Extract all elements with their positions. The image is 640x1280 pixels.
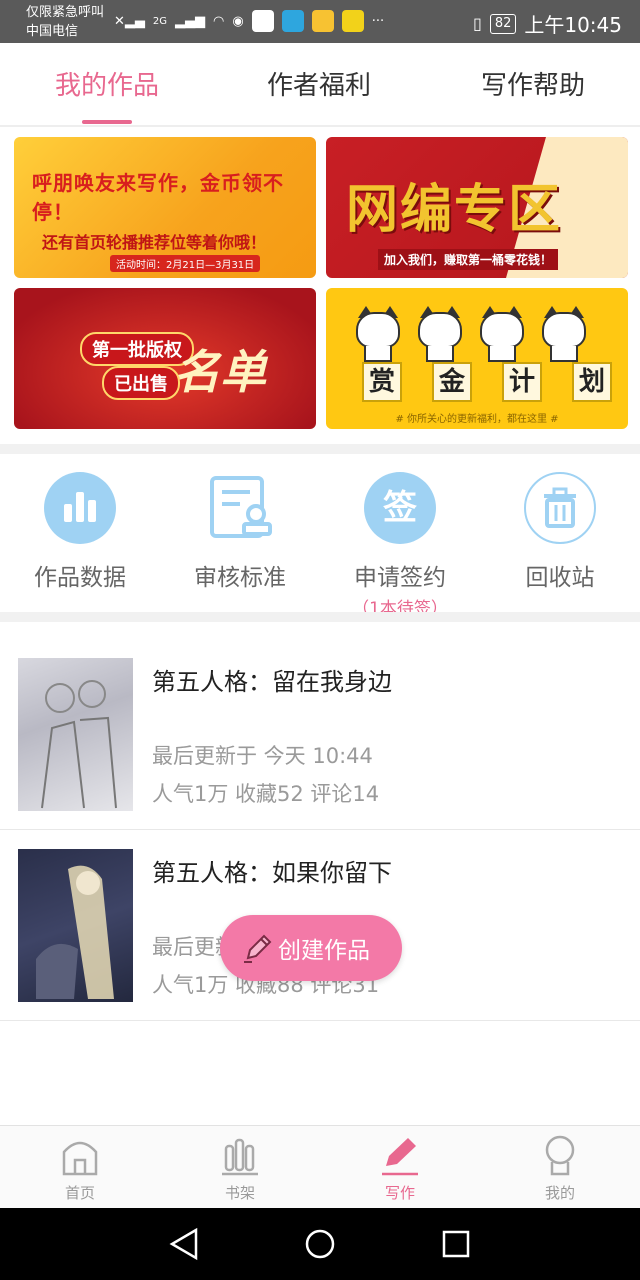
nav-write-label: 写作 [384,1184,415,1202]
banner-editor-zone[interactable]: 网编专区 加入我们，赚取第一桶零花钱！ [326,137,628,278]
banner-bounty-plan[interactable]: 赏 金 计 划 # 你所关心的更新福利，都在这里 # [326,288,628,429]
vibrate-icon: ▯ [473,14,482,33]
nav-bookshelf[interactable]: 书架 [160,1134,320,1203]
bounty-footer: # 你所关心的更新福利，都在这里 # [395,414,559,425]
work-cover[interactable] [18,849,133,1002]
work-item[interactable]: 第五人格：留在我身边 最后更新于 今天 10:44 人气1万 收藏52 评论14 [0,640,640,830]
nav-bookshelf-label: 书架 [224,1184,255,1202]
cat-icon [478,302,526,362]
work-title[interactable]: 第五人格：如果你留下 [152,853,392,888]
recents-button[interactable] [442,1230,470,1258]
top-tabs: 我的作品 作者福利 写作帮助 [0,43,640,127]
pencil-icon [244,934,272,963]
play-app-icon [251,10,274,32]
nav-home-label: 首页 [64,1184,95,1202]
system-status: ▯ 82 上午10:45 [473,9,622,38]
quick-actions: 作品数据 审核标准 签 申请签约 （1本待签） 回收站 [0,454,640,619]
bounty-char: 赏 [362,362,402,402]
bounty-char: 金 [432,362,472,402]
work-cover[interactable] [18,658,133,811]
nav-home[interactable]: 首页 [0,1134,160,1203]
user-icon [540,1134,580,1176]
cat-illustrations [354,302,588,362]
action-apply-contract[interactable]: 签 申请签约 （1本待签） [320,472,480,619]
network-type: 2G [152,15,168,27]
cat-icon [540,302,588,362]
clock: 上午10:45 [524,13,622,37]
app-icon [341,10,364,32]
cat-icon [416,302,464,362]
banner-editor-subtitle: 加入我们，赚取第一桶零花钱！ [378,249,559,270]
system-navigation-bar [0,1208,640,1280]
bottom-navigation: 首页 书架 写作 我的 [0,1125,640,1208]
back-button[interactable] [169,1227,198,1261]
action-recycle-bin[interactable]: 回收站 [480,472,640,592]
banner-grid: 呼朋唤友来写作，金币领不停！ 还有首页轮播推荐位等着你哦！ 活动时间：2月21日… [14,137,628,431]
work-updated: 最后更新于 今天 10:44 [152,744,373,768]
action-work-data-label: 作品数据 [34,565,126,591]
bar-chart-icon [44,472,116,544]
battery-level: 82 [489,13,517,34]
banner-invite-friends[interactable]: 呼朋唤友来写作，金币领不停！ 还有首页轮播推荐位等着你哦！ 活动时间：2月21日… [14,137,316,278]
banner-editor-title: 网编专区 [346,180,563,240]
home-icon [60,1134,100,1176]
bookshelf-icon [220,1134,260,1176]
document-stamp-icon [204,472,276,544]
action-review-standards[interactable]: 审核标准 [160,472,320,592]
emergency-call-text: 仅限紧急呼叫 [26,5,105,20]
nav-mine[interactable]: 我的 [480,1134,640,1203]
status-bar: 仅限紧急呼叫 中国电信 ✕▂▄ 2G ▂▄▆ ◠ ◉ ··· ▯ 82 上午10… [0,0,640,43]
create-work-label: 创建作品 [278,938,370,964]
wifi-icon: ◠ [213,13,225,29]
section-divider [0,612,640,622]
banner-copyright-list[interactable]: 第一批版权 已出售 名单 [14,288,316,429]
tab-author-benefits[interactable]: 作者福利 [219,65,419,102]
work-stats: 人气1万 收藏52 评论14 [152,782,380,806]
signal-icon: ▂▄▆ [175,13,206,29]
home-button[interactable] [305,1229,335,1259]
trash-icon [524,472,596,544]
sign-icon: 签 [364,472,436,544]
more-notifications: ··· [371,13,385,29]
action-recycle-bin-label: 回收站 [525,565,595,591]
bounty-char: 划 [572,362,612,402]
banner-copyright-line2: 已出售 [102,366,180,400]
action-apply-contract-label: 申请签约 [354,565,446,591]
carrier-name: 中国电信 [26,24,79,39]
bounty-char: 计 [502,362,542,402]
bounty-plan-title: 赏 金 计 划 [362,362,612,402]
no-signal-icon: ✕▂▄ [114,13,145,29]
nav-write[interactable]: 写作 [320,1134,480,1203]
telegram-icon [281,10,304,32]
work-title[interactable]: 第五人格：留在我身边 [152,662,392,697]
banner-invite-date: 活动时间：2月21日—3月31日 [110,255,261,272]
banner-invite-title: 呼朋唤友来写作，金币领不停！ [32,171,284,224]
pencil-icon [380,1134,420,1176]
section-divider [0,444,640,454]
tab-writing-help[interactable]: 写作帮助 [433,65,633,102]
action-review-standards-label: 审核标准 [194,565,286,591]
wechat-icon: ◉ [232,13,244,29]
action-work-data[interactable]: 作品数据 [0,472,160,592]
weibo-icon [311,10,334,32]
carrier-info: 仅限紧急呼叫 中国电信 [26,3,104,41]
tab-my-works[interactable]: 我的作品 [7,65,207,102]
notification-icons: ✕▂▄ 2G ▂▄▆ ◠ ◉ ··· [114,10,384,32]
nav-mine-label: 我的 [544,1184,575,1202]
banner-invite-subtitle: 还有首页轮播推荐位等着你哦！ [42,233,267,252]
cat-icon [354,302,402,362]
banner-copyright-big: 名单 [174,345,266,399]
create-work-button[interactable]: 创建作品 [220,915,402,981]
active-tab-indicator [82,120,132,124]
